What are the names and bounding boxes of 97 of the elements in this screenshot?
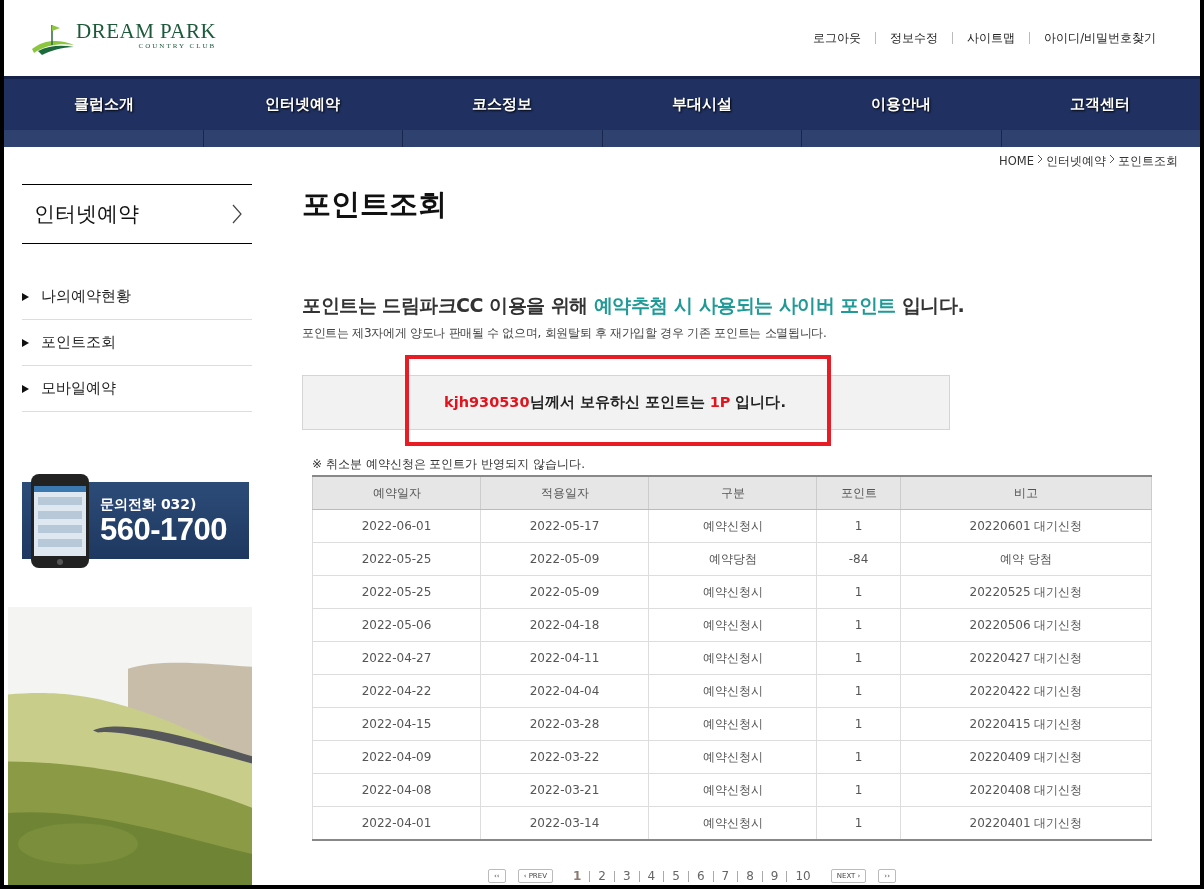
table-cell: 20220409 대기신청	[900, 740, 1152, 774]
top-link[interactable]: 로그아웃	[799, 32, 876, 44]
table-cell: 예약신청시	[648, 641, 817, 675]
nav-item[interactable]: 고객센터	[1000, 79, 1200, 130]
table-cell: 1	[816, 674, 901, 708]
table-cell: 2022-06-01	[312, 509, 481, 543]
smartphone-icon	[30, 473, 90, 569]
table-cell: 1	[816, 608, 901, 642]
nav-item[interactable]: 인터넷예약	[203, 79, 403, 130]
table-cell: 20220415 대기신청	[900, 707, 1152, 741]
table-cell: 20220601 대기신청	[900, 509, 1152, 543]
sidebar-item-label: 나의예약현황	[41, 287, 131, 306]
table-cell: 예약 당첨	[900, 542, 1152, 576]
column-header: 예약일자	[312, 476, 481, 510]
page-link[interactable]: 7	[712, 870, 738, 882]
intro-note: 포인트는 제3자에게 양도나 판매될 수 없으며, 회원탈퇴 후 재가입할 경우 기존 포인트는 소멸됩니다.	[302, 325, 828, 342]
page-link[interactable]: 10	[786, 870, 819, 882]
table-cell: 2022-04-11	[480, 641, 649, 675]
table-cell: 1	[816, 773, 901, 807]
column-header: 비고	[900, 476, 1152, 510]
table-cell: 20220427 대기신청	[900, 641, 1152, 675]
table-cell: 2022-05-09	[480, 542, 649, 576]
triangle-bullet-icon	[22, 292, 29, 301]
column-header: 포인트	[816, 476, 901, 510]
points-message: kjh930530님께서 보유하신 포인트는 1P 입니다.	[444, 393, 786, 412]
table-cell: 예약신청시	[648, 575, 817, 609]
table-cell: 2022-04-22	[312, 674, 481, 708]
top-link[interactable]: 아이디/비밀번호찾기	[1029, 32, 1170, 44]
table-cell: 1	[816, 707, 901, 741]
nav-item[interactable]: 클럽소개	[4, 79, 204, 130]
top-link[interactable]: 정보수정	[875, 32, 953, 44]
page-link[interactable]: 9	[761, 870, 787, 882]
table-cell: 2022-03-28	[480, 707, 649, 741]
table-cell: 2022-04-27	[312, 641, 481, 675]
sidebar-item-label: 모바일예약	[41, 379, 116, 398]
table-cell: 1	[816, 509, 901, 543]
breadcrumb-link[interactable]: 포인트조회	[1118, 154, 1178, 169]
table-cell: 2022-04-04	[480, 674, 649, 708]
sidebar-item-label: 포인트조회	[41, 333, 116, 352]
table-cell: 20220422 대기신청	[900, 674, 1152, 708]
table-cell: 20220408 대기신청	[900, 773, 1152, 807]
sidebar-item[interactable]: 포인트조회	[22, 320, 252, 366]
table-cell: 예약신청시	[648, 773, 817, 807]
intro-heading: 포인트는 드림파크CC 이용을 위해 예약추첨 시 사용되는 사이버 포인트 입니다.	[302, 293, 966, 318]
table-cell: 2022-03-22	[480, 740, 649, 774]
nav-item[interactable]: 부대시설	[602, 79, 802, 130]
page-title: 포인트조회	[302, 186, 448, 223]
chevron-right-icon	[232, 204, 242, 224]
page-link[interactable]: 4	[638, 870, 664, 882]
table-cell: 2022-04-18	[480, 608, 649, 642]
top-link[interactable]: 사이트맵	[952, 32, 1030, 44]
table-cell: 예약당첨	[648, 542, 817, 576]
table-cell: 1	[816, 740, 901, 774]
page-link[interactable]: 3	[613, 870, 639, 882]
table-cell: 2022-05-25	[312, 575, 481, 609]
table-cell: 예약신청시	[648, 608, 817, 642]
sidebar-item[interactable]: 나의예약현황	[22, 274, 252, 320]
table-cell: 예약신청시	[648, 740, 817, 774]
table-cell: 2022-05-17	[480, 509, 649, 543]
table-cell: 예약신청시	[648, 707, 817, 741]
logo-name: DREAM PARK	[76, 18, 217, 44]
breadcrumb-link[interactable]: 인터넷예약	[1046, 154, 1106, 169]
phone-number: 560-1700	[100, 513, 227, 546]
table-cell: 2022-05-06	[312, 608, 481, 642]
chevron-right-icon	[1037, 154, 1043, 164]
table-cell: 2022-04-01	[312, 806, 481, 840]
page-link[interactable]: 6	[687, 870, 713, 882]
page-link[interactable]: 2	[589, 870, 614, 882]
page-link[interactable]: 8	[737, 870, 762, 882]
table-cell: 2022-04-08	[312, 773, 481, 807]
table-cell: 20220506 대기신청	[900, 608, 1152, 642]
table-cell: 예약신청시	[648, 674, 817, 708]
inquiry-label: 문의전화 032)	[100, 495, 198, 514]
page-link[interactable]: 5	[663, 870, 688, 882]
table-cell: 1	[816, 575, 901, 609]
nav-item[interactable]: 이용안내	[801, 79, 1001, 130]
table-cell: 2022-05-09	[480, 575, 649, 609]
table-cell: 2022-04-09	[312, 740, 481, 774]
page-link[interactable]: 1	[564, 870, 590, 882]
sidebar-title[interactable]: 인터넷예약	[22, 184, 252, 244]
table-cell: 1	[816, 641, 901, 675]
breadcrumb-link[interactable]: HOME	[999, 154, 1034, 169]
table-cell: 예약신청시	[648, 509, 817, 543]
table-cell: 2022-05-25	[312, 542, 481, 576]
nav-item[interactable]: 코스정보	[402, 79, 602, 130]
table-cell: 2022-03-21	[480, 773, 649, 807]
table-note: ※ 취소분 예약신청은 포인트가 반영되지 않습니다.	[312, 456, 586, 473]
table-cell: 20220525 대기신청	[900, 575, 1152, 609]
chevron-right-icon	[1109, 154, 1115, 164]
triangle-bullet-icon	[22, 384, 29, 393]
column-header: 적용일자	[480, 476, 649, 510]
table-cell: 2022-04-15	[312, 707, 481, 741]
table-cell: -84	[816, 542, 901, 576]
sidebar-title-text: 인터넷예약	[34, 201, 139, 228]
column-header: 구분	[648, 476, 817, 510]
triangle-bullet-icon	[22, 338, 29, 347]
sidebar-item[interactable]: 모바일예약	[22, 366, 252, 412]
